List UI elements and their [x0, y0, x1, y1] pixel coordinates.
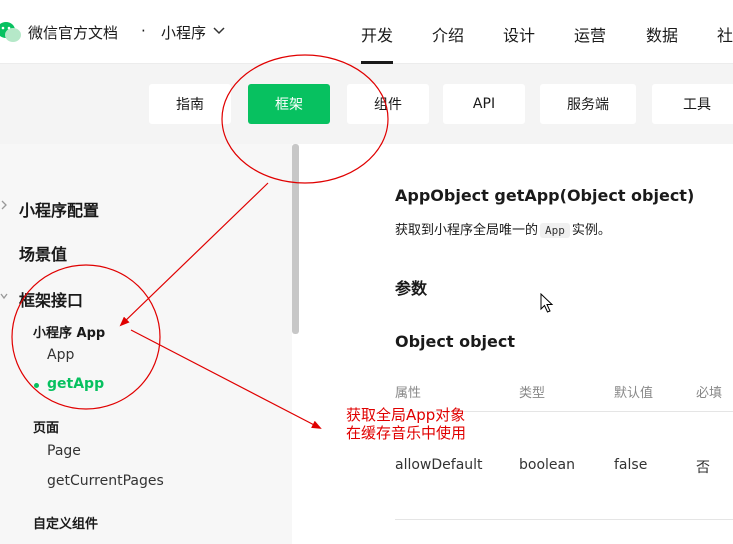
- desc-text-before: 获取到小程序全局唯一的: [395, 223, 539, 238]
- sidebar-item-getcurrentpages[interactable]: getCurrentPages: [47, 473, 164, 489]
- sidebar-item-scene[interactable]: 场景值: [19, 241, 67, 265]
- sidebar-group-component[interactable]: 自定义组件: [33, 513, 98, 532]
- desc-text-after: 实例。: [571, 223, 611, 238]
- sidebar-group-page[interactable]: 页面: [33, 417, 59, 436]
- nav-dev[interactable]: 开发: [361, 22, 393, 46]
- page-title: AppObject getApp(Object object): [395, 186, 695, 205]
- sidebar: 小程序配置 场景值 框架接口 小程序 App App getApp 页面 Pag…: [0, 144, 292, 544]
- tab-guide[interactable]: 指南: [149, 84, 231, 124]
- nav-data[interactable]: 数据: [646, 22, 678, 46]
- chevron-down-icon[interactable]: [0, 291, 8, 301]
- mouse-cursor-icon: [540, 293, 554, 313]
- table-header-default: 默认值: [614, 386, 654, 401]
- tab-server[interactable]: 服务端: [540, 84, 636, 124]
- page-description: 获取到小程序全局唯一的 App 实例。: [395, 219, 611, 238]
- sidebar-item-getapp[interactable]: getApp: [47, 376, 104, 392]
- tab-tools[interactable]: 工具: [652, 84, 733, 124]
- object-heading: Object object: [395, 332, 516, 351]
- tab-framework[interactable]: 框架: [248, 84, 330, 124]
- nav-community[interactable]: 社: [717, 22, 733, 46]
- annotation-note-line-2: 在缓存音乐中使用: [346, 424, 467, 442]
- table-header-property: 属性: [395, 386, 422, 401]
- table-header-type: 类型: [519, 386, 546, 401]
- tab-components[interactable]: 组件: [347, 84, 429, 124]
- nav-operate[interactable]: 运营: [574, 22, 606, 46]
- sidebar-scrollbar[interactable]: [292, 144, 299, 334]
- table-cell-default: false: [614, 457, 648, 473]
- sidebar-item-framework-api[interactable]: 框架接口: [19, 287, 83, 311]
- params-heading: 参数: [395, 279, 428, 298]
- table-cell-type: boolean: [519, 457, 575, 473]
- table-row-divider: [395, 519, 733, 520]
- table-header-required: 必填: [696, 386, 723, 401]
- nav-design[interactable]: 设计: [503, 22, 535, 46]
- sidebar-item-app[interactable]: App: [47, 347, 74, 363]
- table-cell-property: allowDefault: [395, 457, 483, 473]
- product-switcher[interactable]: 小程序: [161, 22, 206, 43]
- sidebar-group-app[interactable]: 小程序 App: [33, 322, 105, 341]
- sidebar-item-page[interactable]: Page: [47, 443, 81, 459]
- chevron-down-icon[interactable]: [213, 26, 225, 36]
- tab-api[interactable]: API: [443, 84, 525, 124]
- chevron-right-icon[interactable]: [0, 200, 8, 210]
- wechat-logo-icon[interactable]: [0, 18, 22, 44]
- sidebar-item-app-config[interactable]: 小程序配置: [19, 197, 99, 221]
- brand-separator: ·: [141, 22, 146, 40]
- active-dot-icon: [34, 383, 39, 388]
- nav-intro[interactable]: 介绍: [432, 22, 464, 46]
- brand-title[interactable]: 微信官方文档: [28, 22, 118, 43]
- sub-nav: 指南 框架 组件 API 服务端 工具: [0, 64, 733, 144]
- top-header: 微信官方文档 · 小程序 开发 介绍 设计 运营 数据 社: [0, 0, 733, 64]
- inline-code: App: [540, 223, 570, 238]
- table-cell-required: 否: [696, 460, 710, 476]
